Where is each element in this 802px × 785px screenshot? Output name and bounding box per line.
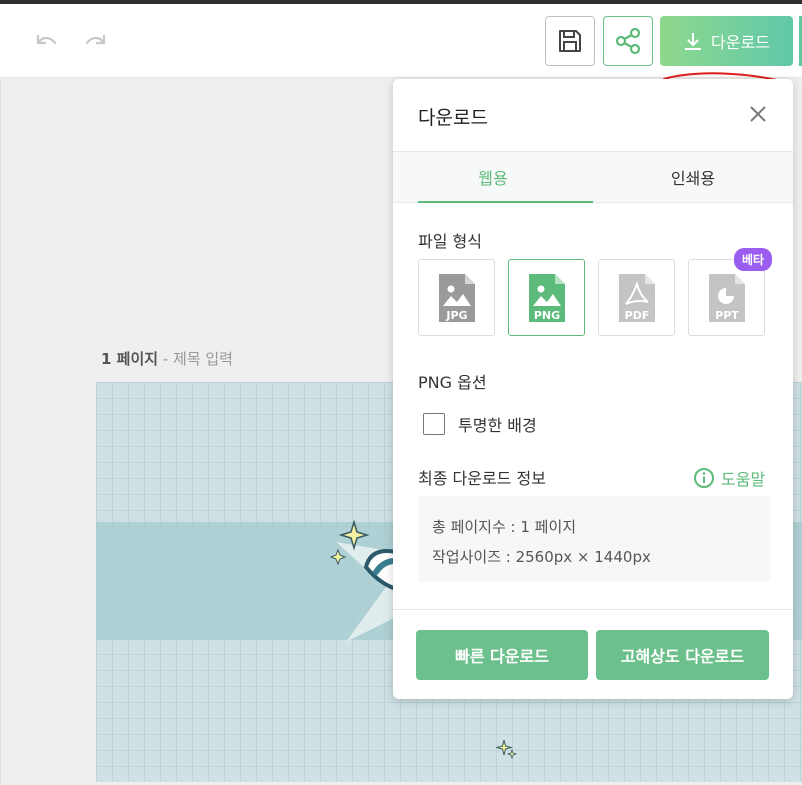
png-file-icon-label: PNG — [533, 309, 559, 322]
panel-divider — [393, 609, 793, 610]
save-button[interactable] — [545, 16, 595, 66]
page-title-input[interactable]: 제목 입력 — [173, 350, 233, 368]
png-file-icon: PNG — [528, 273, 565, 322]
format-jpg-option[interactable]: JPG — [418, 259, 495, 336]
jpg-file-icon-label: JPG — [445, 309, 467, 322]
ppt-file-icon: PPT — [708, 273, 745, 322]
share-button[interactable] — [603, 16, 653, 66]
total-pages-text: 총 페이지수 : 1 페이지 — [432, 518, 577, 536]
transparent-background-option[interactable]: 투명한 배경 — [423, 412, 537, 436]
undo-button[interactable] — [32, 28, 62, 56]
work-size-text: 작업사이즈 : 2560px × 1440px — [432, 548, 651, 566]
info-icon — [694, 468, 714, 488]
download-tabs: 웹용 인쇄용 — [393, 151, 793, 203]
transparent-background-label: 투명한 배경 — [458, 416, 537, 435]
download-panel: 다운로드 웹용 인쇄용 파일 형식 JPG PNG PDF PPT 베타 PNG… — [393, 79, 793, 699]
transparent-background-checkbox[interactable] — [423, 413, 445, 435]
final-download-info-label: 최종 다운로드 정보 — [418, 469, 546, 488]
help-link[interactable]: 도움말 — [693, 466, 765, 490]
undo-icon — [36, 34, 57, 45]
format-pdf-option[interactable]: PDF — [598, 259, 675, 336]
jpg-file-icon: JPG — [438, 273, 475, 322]
close-button[interactable] — [745, 101, 771, 127]
format-png-option[interactable]: PNG — [508, 259, 585, 336]
editor-toolbar: 다운로드 — [0, 4, 802, 82]
download-button-label: 다운로드 — [711, 33, 770, 52]
help-label: 도움말 — [721, 470, 766, 489]
page-label-separator: - — [158, 350, 174, 368]
download-info-box: 총 페이지수 : 1 페이지 작업사이즈 : 2560px × 1440px — [418, 496, 770, 582]
panel-title: 다운로드 — [418, 107, 488, 129]
high-resolution-download-button[interactable]: 고해상도 다운로드 — [596, 630, 769, 680]
page-label: 1 페이지 - 제목 입력 — [101, 348, 233, 369]
redo-button[interactable] — [80, 28, 110, 56]
download-icon — [685, 33, 702, 50]
tab-print[interactable]: 인쇄용 — [593, 152, 793, 202]
download-button[interactable]: 다운로드 — [660, 16, 793, 66]
redo-icon — [85, 34, 106, 45]
page-number: 1 페이지 — [101, 350, 159, 368]
close-icon — [750, 106, 766, 122]
png-options-label: PNG 옵션 — [418, 373, 487, 392]
beta-badge: 베타 — [734, 248, 773, 271]
tab-web[interactable]: 웹용 — [393, 152, 593, 203]
file-format-label: 파일 형식 — [418, 232, 482, 251]
save-icon — [559, 30, 581, 52]
fast-download-button[interactable]: 빠른 다운로드 — [416, 630, 588, 680]
share-icon — [615, 27, 641, 55]
pdf-file-icon: PDF — [618, 273, 655, 322]
pdf-file-icon-label: PDF — [624, 309, 649, 322]
file-format-options: JPG PNG PDF PPT — [418, 259, 765, 336]
ppt-file-icon-label: PPT — [715, 309, 739, 322]
sparkle-icon — [496, 739, 518, 760]
